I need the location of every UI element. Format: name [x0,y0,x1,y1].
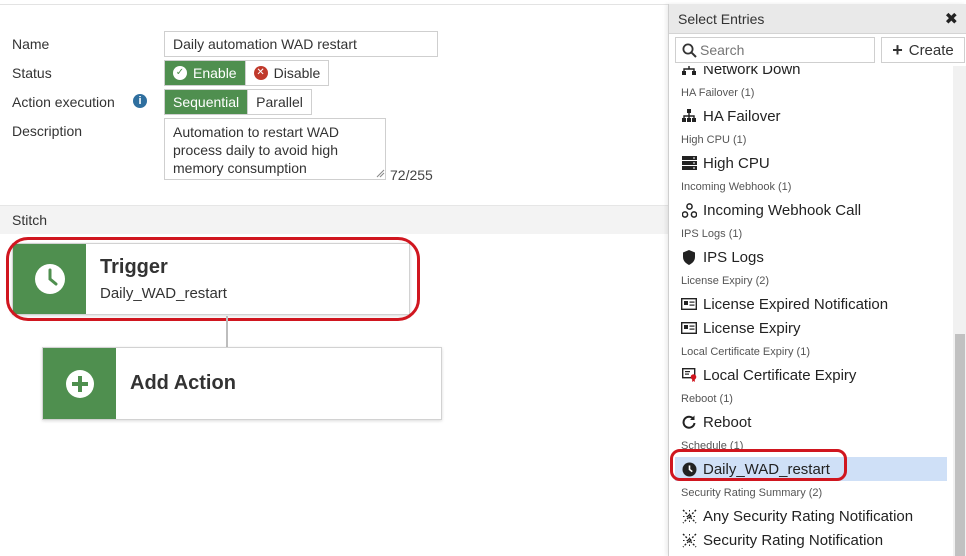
list-item-daily-wad-restart[interactable]: Daily_WAD_restart [675,457,947,481]
status-toggle: ✓ Enable ✕ Disable [164,60,330,86]
trigger-card-side [13,244,86,314]
execution-parallel-option[interactable]: Parallel [247,90,311,114]
action-execution-label: Action execution [12,94,115,110]
entry-label: IPS Logs [703,248,764,266]
id-card-icon [681,296,697,312]
group-label-incoming-webhook: Incoming Webhook (1) [681,181,792,193]
stitch-connector [226,316,228,348]
status-disable-option[interactable]: ✕ Disable [244,61,329,85]
check-icon: ✓ [173,66,187,80]
entry-label: High CPU [703,154,770,172]
group-label-local-certificate-expiry: Local Certificate Expiry (1) [681,346,810,358]
trigger-card[interactable]: Trigger Daily_WAD_restart [12,243,410,315]
description-label: Description [12,123,83,139]
clock-icon [681,461,697,477]
list-item-license-expiry[interactable]: License Expiry [675,316,947,340]
status-label: Status [12,65,52,81]
close-circle-icon: ✕ [253,66,268,80]
description-textarea[interactable]: Automation to restart WAD process daily … [164,118,386,180]
list-item-ips-logs[interactable]: IPS Logs [675,245,947,269]
resize-grip-icon[interactable] [375,168,385,178]
select-entries-panel: Select Entries ✖ + Create Network Down H… [668,4,966,556]
add-action-card[interactable]: Add Action [42,347,442,420]
panel-header: Select Entries ✖ [669,4,966,34]
info-icon[interactable]: i [133,94,147,108]
trigger-value: Daily_WAD_restart [100,285,227,302]
entry-label: Any Security Rating Notification [703,507,914,525]
list-item-local-certificate-expiry[interactable]: Local Certificate Expiry [675,363,947,387]
panel-title: Select Entries [678,11,765,27]
entry-label: License Expiry [703,319,801,337]
search-icon [682,43,697,58]
execution-toggle: Sequential Parallel [164,89,312,115]
search-box[interactable] [675,37,875,63]
group-label-ips-logs: IPS Logs (1) [681,228,743,240]
list-item-any-security-rating-notification[interactable]: Any Security Rating Notification [675,504,947,528]
webhook-icon [681,202,697,218]
entry-label: HA Failover [703,107,781,125]
id-card-icon [681,320,697,336]
entry-label: Local Certificate Expiry [703,366,857,384]
network-icon [681,108,697,124]
network-icon [681,66,697,77]
plus-icon: + [892,40,903,60]
add-action-card-side [43,348,116,419]
entry-label: Security Rating Notification [703,531,884,549]
entry-label: Reboot [703,413,752,431]
list-item-incoming-webhook-call[interactable]: Incoming Webhook Call [675,198,947,222]
list-item-high-cpu[interactable]: High CPU [675,151,947,175]
entries-list: Network Down HA Failover (1) HA Failover… [669,66,953,556]
list-item-reboot[interactable]: Reboot [675,410,947,434]
add-action-title: Add Action [130,372,236,394]
trigger-card-body: Trigger Daily_WAD_restart [86,244,241,314]
entry-label: Daily_WAD_restart [703,460,830,478]
entry-label: License Expired Notification [703,295,889,313]
close-icon[interactable]: ✖ [945,9,958,29]
create-label: Create [908,41,954,59]
plus-circle-icon [65,369,94,398]
group-label-security-rating-summary: Security Rating Summary (2) [681,487,823,499]
group-label-high-cpu: High CPU (1) [681,134,747,146]
name-label: Name [12,36,50,52]
status-enable-option[interactable]: ✓ Enable [165,61,245,85]
execution-sequential-option[interactable]: Sequential [165,90,248,114]
create-button[interactable]: + Create [881,37,965,63]
group-label-license-expiry: License Expiry (2) [681,275,770,287]
list-item-ha-failover[interactable]: HA Failover [675,104,947,128]
name-input[interactable] [164,31,438,57]
certificate-icon [681,367,697,383]
reboot-icon [681,414,697,430]
character-counter: 72/255 [390,167,433,183]
search-input[interactable] [697,42,847,58]
group-label-reboot: Reboot (1) [681,393,733,405]
add-action-card-body: Add Action [116,348,250,419]
status-enable-label: Enable [193,65,237,81]
stitch-section-header: Stitch [0,205,668,234]
server-icon [681,155,697,171]
scrollbar-thumb[interactable] [955,334,965,556]
status-disable-label: Disable [273,65,321,81]
group-label-ha-failover: HA Failover (1) [681,87,755,99]
list-item-network-down[interactable]: Network Down [675,66,947,81]
group-label-schedule: Schedule (1) [681,440,744,452]
top-divider [0,0,668,5]
security-rating-icon [681,532,697,548]
entry-label: Incoming Webhook Call [703,201,862,219]
entry-label: Network Down [703,66,801,78]
clock-icon [34,264,65,294]
trigger-title: Trigger [100,256,168,278]
shield-icon [681,249,697,265]
list-item-license-expired-notification[interactable]: License Expired Notification [675,292,947,316]
security-rating-icon [681,508,697,524]
list-item-security-rating-notification[interactable]: Security Rating Notification [675,528,947,552]
list-scrollbar[interactable] [953,66,966,556]
